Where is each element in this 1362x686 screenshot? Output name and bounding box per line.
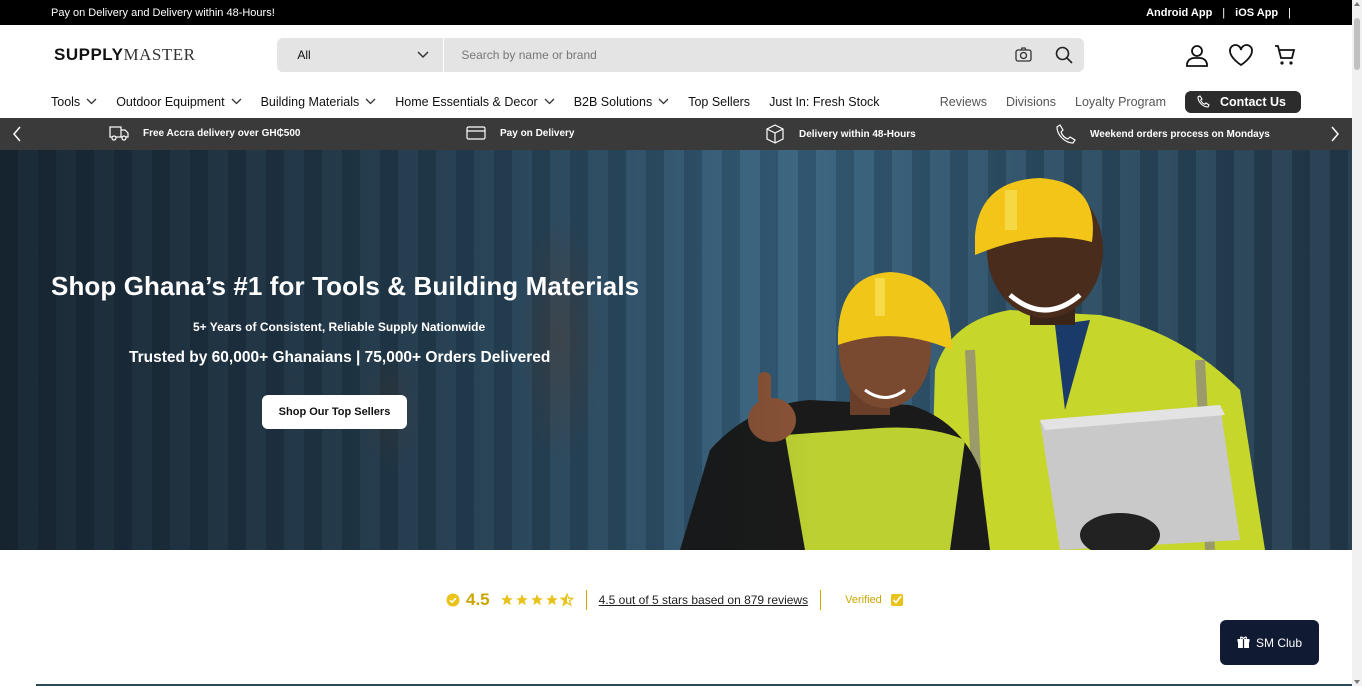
benefit-text: Delivery within 48-Hours xyxy=(799,128,916,140)
nav-right: Reviews Divisions Loyalty Program Contac… xyxy=(940,90,1301,113)
logo-bold: SUPPLY xyxy=(54,45,124,64)
star-half-icon xyxy=(559,593,574,607)
reviews-link[interactable]: Reviews xyxy=(940,95,987,109)
page: Pay on Delivery and Delivery within 48-H… xyxy=(0,0,1352,686)
app-links: Android App | iOS App | xyxy=(1146,7,1301,19)
nav-label: Tools xyxy=(51,94,81,109)
search-icon xyxy=(1055,46,1073,64)
chevron-down-icon xyxy=(658,98,669,105)
nav-label: B2B Solutions xyxy=(573,94,653,109)
chevron-left-icon[interactable] xyxy=(12,126,22,142)
ios-app-link[interactable]: iOS App xyxy=(1235,7,1278,19)
loyalty-program-link[interactable]: Loyalty Program xyxy=(1075,95,1166,109)
nav-item-building-materials[interactable]: Building Materials xyxy=(261,95,377,109)
benefits-strip: Free Accra delivery over GH₵500 Pay on D… xyxy=(0,118,1352,150)
star-rating xyxy=(500,593,574,607)
reviews-link[interactable]: 4.5 out of 5 stars based on 879 reviews xyxy=(599,593,808,607)
benefit-item: Delivery within 48-Hours xyxy=(765,124,916,144)
box-icon xyxy=(766,124,784,144)
verified-check-icon xyxy=(890,594,903,606)
chevron-down-icon xyxy=(417,51,429,59)
sm-club-button[interactable]: SM Club xyxy=(1220,620,1319,665)
chevron-down-icon xyxy=(231,98,242,105)
star-icon xyxy=(500,594,513,606)
announcement-bar: Pay on Delivery and Delivery within 48-H… xyxy=(0,0,1352,25)
site-header: SUPPLY MASTER All xyxy=(0,25,1352,85)
verified-label: Verified xyxy=(845,594,882,606)
nav-item-tools[interactable]: Tools xyxy=(51,95,97,109)
hero-title: Shop Ghana’s #1 for Tools & Building Mat… xyxy=(51,271,640,301)
main-nav: Tools Outdoor Equipment Building Materia… xyxy=(0,85,1352,118)
hero-banner: Shop Ghana’s #1 for Tools & Building Mat… xyxy=(0,150,1352,550)
nav-item-outdoor-equipment[interactable]: Outdoor Equipment xyxy=(116,94,242,109)
benefit-item: Weekend orders process on Mondays xyxy=(1056,124,1270,144)
divider xyxy=(820,590,822,610)
heart-icon xyxy=(1229,44,1253,67)
logo[interactable]: SUPPLY MASTER xyxy=(54,45,277,65)
wishlist-button[interactable] xyxy=(1228,42,1254,68)
search-input[interactable] xyxy=(461,48,1004,62)
chevron-right-icon[interactable] xyxy=(1330,126,1340,142)
search-bar: All xyxy=(277,38,1084,72)
badge-check-icon xyxy=(446,593,460,607)
chevron-down-icon xyxy=(86,98,97,105)
nav-label: Just In: Fresh Stock xyxy=(769,94,880,109)
benefit-text: Weekend orders process on Mondays xyxy=(1090,128,1270,140)
hero-subtitle: 5+ Years of Consistent, Reliable Supply … xyxy=(193,320,486,334)
sm-club-label: SM Club xyxy=(1255,635,1302,650)
scroll-up-icon[interactable] xyxy=(1354,2,1360,6)
header-icons xyxy=(1184,42,1298,68)
android-app-link[interactable]: Android App xyxy=(1146,7,1212,19)
phone-icon xyxy=(1197,95,1210,108)
nav-label: Outdoor Equipment xyxy=(116,94,225,109)
search-field xyxy=(444,38,1084,72)
scroll-down-icon[interactable] xyxy=(1354,680,1360,684)
nav-label: Top Sellers xyxy=(688,94,751,109)
camera-search-icon xyxy=(1015,47,1032,62)
nav-item-b2b-solutions[interactable]: B2B Solutions xyxy=(574,95,670,109)
benefit-item: Pay on Delivery xyxy=(466,124,574,142)
nav-label: Building Materials xyxy=(260,94,360,109)
contact-label: Contact Us xyxy=(1220,94,1286,109)
benefit-text: Free Accra delivery over GH₵500 xyxy=(143,127,301,139)
nav-item-home-essentials[interactable]: Home Essentials & Decor xyxy=(395,94,555,109)
scrollbar-thumb[interactable] xyxy=(1354,18,1360,70)
star-icon xyxy=(515,594,528,606)
benefit-text: Pay on Delivery xyxy=(500,127,575,139)
shop-top-sellers-button[interactable]: Shop Our Top Sellers xyxy=(262,395,407,429)
gift-icon xyxy=(1237,636,1250,648)
divisions-link[interactable]: Divisions xyxy=(1006,95,1056,109)
category-value: All xyxy=(297,48,311,62)
logo-thin: MASTER xyxy=(123,45,196,64)
star-icon xyxy=(545,594,558,606)
announcement-text: Pay on Delivery and Delivery within 48-H… xyxy=(51,6,275,19)
truck-icon xyxy=(109,126,129,141)
star-icon xyxy=(530,594,543,606)
scrollbar[interactable] xyxy=(1352,0,1362,686)
reviews-summary: 4.5 4.5 out of 5 stars based on 879 revi… xyxy=(446,590,904,610)
nav-label: Home Essentials & Decor xyxy=(395,94,538,109)
account-button[interactable] xyxy=(1184,42,1210,68)
image-search-button[interactable] xyxy=(1004,47,1044,63)
review-score: 4.5 xyxy=(466,590,490,609)
separator: | xyxy=(1288,6,1291,19)
cart-button[interactable] xyxy=(1272,42,1298,68)
card-icon xyxy=(466,126,486,140)
category-select[interactable]: All xyxy=(277,38,445,72)
search-button[interactable] xyxy=(1044,46,1084,64)
hero-trust-line: Trusted by 60,000+ Ghanaians | 75,000+ O… xyxy=(129,349,551,366)
separator: | xyxy=(1222,6,1226,19)
benefit-item: Free Accra delivery over GH₵500 xyxy=(109,124,301,142)
contact-us-button[interactable]: Contact Us xyxy=(1185,90,1301,113)
cart-icon xyxy=(1275,45,1296,65)
chevron-down-icon xyxy=(365,98,376,105)
nav-item-top-sellers[interactable]: Top Sellers xyxy=(688,95,750,109)
nav-item-just-in[interactable]: Just In: Fresh Stock xyxy=(769,95,879,109)
divider xyxy=(585,590,587,610)
user-icon xyxy=(1186,45,1208,67)
chevron-down-icon xyxy=(544,98,555,105)
phone-icon xyxy=(1056,124,1076,144)
